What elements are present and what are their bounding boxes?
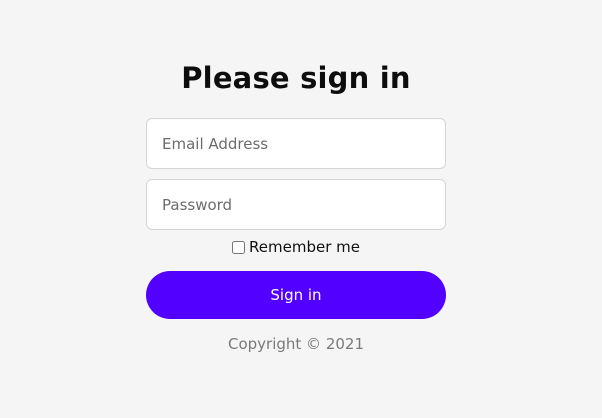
remember-me-checkbox[interactable]: [232, 240, 246, 254]
sign-in-button[interactable]: Sign in: [146, 271, 446, 319]
remember-me-label[interactable]: Remember me: [249, 237, 360, 257]
password-field[interactable]: [147, 180, 445, 229]
sign-in-form: Please sign in Remember me Sign in Copyr…: [146, 60, 446, 353]
page-title: Please sign in: [181, 61, 411, 95]
email-field-wrapper: [146, 118, 446, 169]
remember-me-row: Remember me: [146, 237, 446, 257]
password-field-wrapper: [146, 179, 446, 230]
email-field[interactable]: [147, 119, 445, 168]
copyright-text: Copyright © 2021: [227, 335, 364, 353]
login-page: Please sign in Remember me Sign in Copyr…: [0, 0, 602, 418]
